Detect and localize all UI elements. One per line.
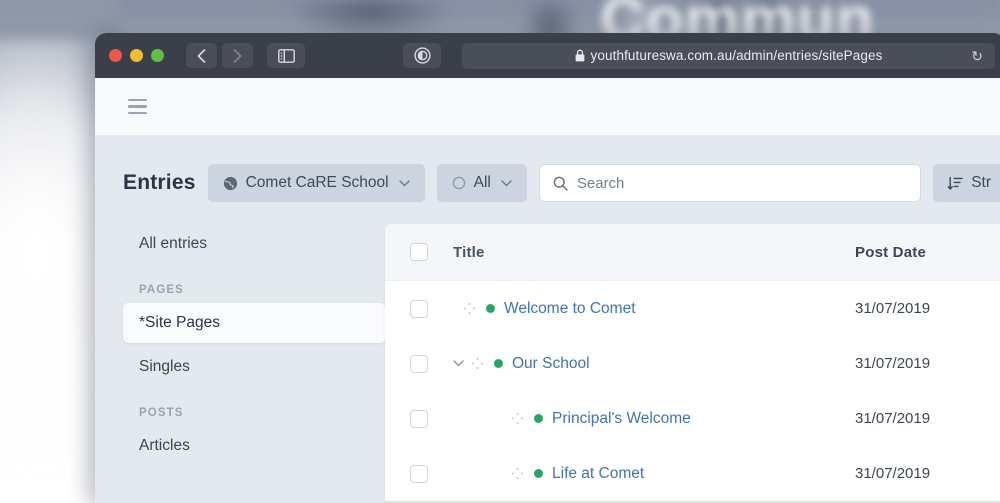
browser-window: youthfutureswa.com.au/admin/entries/site… <box>95 33 1000 503</box>
status-indicator-live <box>534 414 543 423</box>
sidebar-item-site-pages[interactable]: *Site Pages <box>123 303 385 343</box>
cms-global-bar <box>95 78 1000 136</box>
select-all-checkbox[interactable] <box>410 243 428 261</box>
search-input[interactable]: Search <box>539 164 921 202</box>
row-post-date: 31/07/2019 <box>855 410 1000 427</box>
drag-handle-icon[interactable] <box>463 302 476 315</box>
sort-icon <box>947 176 963 191</box>
entries-table: Title Post Date Welcome to <box>385 224 1000 501</box>
sidebar-item-all-entries[interactable]: All entries <box>123 224 385 264</box>
table-row[interactable]: Principal's Welcome 31/07/2019 <box>385 391 1000 446</box>
reader-view-icon[interactable] <box>403 43 441 68</box>
sidebar-heading-posts: POSTS <box>123 391 385 426</box>
status-indicator-live <box>534 469 543 478</box>
entries-content: All entries PAGES *Site Pages Singles PO… <box>95 202 1000 501</box>
table-header-row: Title Post Date <box>385 224 1000 281</box>
sidebar-item-label: Articles <box>139 437 190 455</box>
close-window-button[interactable] <box>109 49 122 62</box>
zoom-window-button[interactable] <box>151 49 164 62</box>
browser-titlebar: youthfutureswa.com.au/admin/entries/site… <box>95 33 1000 78</box>
sidebar-item-label: Singles <box>139 358 190 376</box>
status-filter-dropdown[interactable]: All <box>437 164 527 202</box>
forward-button[interactable] <box>222 43 253 68</box>
structure-sort-button[interactable]: Str <box>933 164 1000 202</box>
row-post-date: 31/07/2019 <box>855 355 1000 372</box>
site-filter-dropdown[interactable]: Comet CaRE School <box>208 164 425 202</box>
status-indicator-live <box>494 359 503 368</box>
drag-handle-icon[interactable] <box>471 357 484 370</box>
search-placeholder: Search <box>577 175 625 192</box>
hamburger-menu-icon[interactable] <box>128 99 147 115</box>
sidebar-item-singles[interactable]: Singles <box>123 347 385 387</box>
table-row[interactable]: Life at Comet 31/07/2019 <box>385 446 1000 501</box>
row-post-date: 31/07/2019 <box>855 300 1000 317</box>
url-text-container: youthfutureswa.com.au/admin/entries/site… <box>575 48 883 63</box>
entries-sidebar: All entries PAGES *Site Pages Singles PO… <box>95 224 385 501</box>
row-title-link[interactable]: Life at Comet <box>552 465 644 483</box>
expand-toggle-icon[interactable] <box>453 360 465 367</box>
navigation-buttons <box>186 43 253 68</box>
circle-icon <box>452 176 466 190</box>
row-title-cell: Our School <box>453 355 855 373</box>
sidebar-item-articles[interactable]: Articles <box>123 426 385 466</box>
drag-handle-icon[interactable] <box>511 467 524 480</box>
site-filter-label: Comet CaRE School <box>246 174 389 192</box>
row-select-cell <box>385 410 453 428</box>
structure-sort-label: Str <box>971 174 991 192</box>
chevron-down-icon <box>501 180 512 187</box>
row-select-cell <box>385 355 453 373</box>
row-title-cell: Welcome to Comet <box>453 300 855 318</box>
status-filter-label: All <box>474 174 491 192</box>
lock-icon <box>575 49 585 62</box>
window-controls <box>109 49 164 62</box>
row-checkbox[interactable] <box>410 300 428 318</box>
minimize-window-button[interactable] <box>130 49 143 62</box>
row-title-cell: Life at Comet <box>453 465 855 483</box>
back-button[interactable] <box>186 43 217 68</box>
sidebar-item-label: All entries <box>139 235 207 253</box>
address-bar[interactable]: youthfutureswa.com.au/admin/entries/site… <box>462 43 995 69</box>
sidebar-item-label: *Site Pages <box>139 314 220 332</box>
column-header-title[interactable]: Title <box>453 244 855 261</box>
select-all-cell <box>385 243 453 261</box>
row-title-link[interactable]: Welcome to Comet <box>504 300 636 318</box>
status-indicator-live <box>486 304 495 313</box>
row-title-link[interactable]: Our School <box>512 355 590 373</box>
row-post-date: 31/07/2019 <box>855 465 1000 482</box>
table-row[interactable]: Our School 31/07/2019 <box>385 336 1000 391</box>
column-header-post-date[interactable]: Post Date <box>855 244 1000 261</box>
search-icon <box>553 176 568 191</box>
row-checkbox[interactable] <box>410 410 428 428</box>
row-select-cell <box>385 300 453 318</box>
row-title-cell: Principal's Welcome <box>453 410 855 428</box>
row-checkbox[interactable] <box>410 355 428 373</box>
sidebar-toggle-icon[interactable] <box>267 43 305 68</box>
entries-page: Entries Comet CaRE School All <box>95 136 1000 503</box>
row-title-link[interactable]: Principal's Welcome <box>552 410 691 428</box>
chevron-down-icon <box>399 180 410 187</box>
drag-handle-icon[interactable] <box>511 412 524 425</box>
row-select-cell <box>385 465 453 483</box>
entries-toolbar: Entries Comet CaRE School All <box>95 136 1000 202</box>
globe-icon <box>223 176 238 191</box>
row-checkbox[interactable] <box>410 465 428 483</box>
sidebar-heading-pages: PAGES <box>123 268 385 303</box>
table-row[interactable]: Welcome to Comet 31/07/2019 <box>385 281 1000 336</box>
reload-icon[interactable]: ↻ <box>971 49 983 63</box>
page-title: Entries <box>123 171 196 195</box>
url-text: youthfutureswa.com.au/admin/entries/site… <box>591 48 883 63</box>
